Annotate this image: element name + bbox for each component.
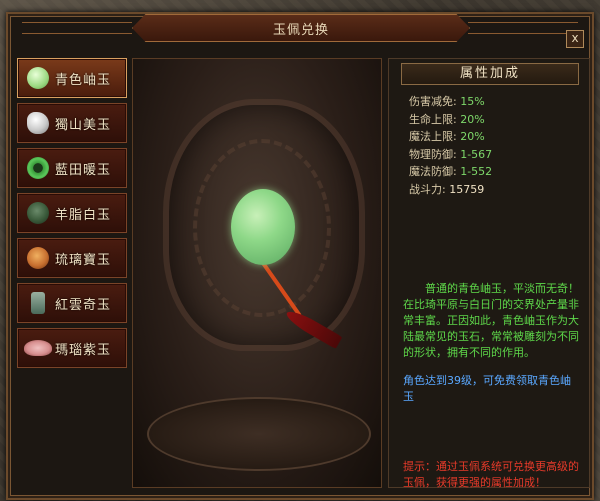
attr-row-physical-defense: 物理防御: 1-567 xyxy=(409,146,492,164)
jade-item-liuli[interactable]: 琉璃寶玉 xyxy=(17,238,127,278)
jade-item-yangzhi[interactable]: 羊脂白玉 xyxy=(17,193,127,233)
attr-value: 15% xyxy=(460,95,485,108)
close-button[interactable]: x xyxy=(566,30,584,48)
green-jade-icon xyxy=(27,67,49,89)
jade-list: 青色岫玉 獨山美玉 藍田暖玉 羊脂白玉 琉璃寶玉 紅雲奇玉 瑪瑙紫玉 xyxy=(17,58,127,373)
attr-label: 物理防御: xyxy=(409,147,457,161)
jade-item-label: 獨山美玉 xyxy=(55,117,112,133)
jade-item-dushan[interactable]: 獨山美玉 xyxy=(17,103,127,143)
jade-item-qingse[interactable]: 青色岫玉 xyxy=(17,58,127,98)
jade-item-label: 紅雲奇玉 xyxy=(55,297,112,313)
attr-value: 1-552 xyxy=(460,165,493,178)
pink-lotus-jade-icon xyxy=(24,340,52,356)
attr-label: 生命上限: xyxy=(409,112,457,126)
attribute-list: 伤害减免: 15% 生命上限: 20% 魔法上限: 20% 物理防御: 1-56… xyxy=(409,93,492,198)
attribute-panel: 属性加成 伤害减免: 15% 生命上限: 20% 魔法上限: 20% 物理防御:… xyxy=(388,58,590,489)
attr-row-damage-reduction: 伤害减免: 15% xyxy=(409,93,492,111)
title-ornament-left xyxy=(22,22,132,34)
jade-item-manao[interactable]: 瑪瑙紫玉 xyxy=(17,328,127,368)
dark-jade-disc-icon xyxy=(27,202,49,224)
jade-preview-display xyxy=(132,58,382,488)
attr-label: 伤害减免: xyxy=(409,95,457,108)
tip-text: 提示：通过玉佩系统可兑换更高级的玉佩，获得更强的属性加成！ xyxy=(403,460,579,489)
jade-item-label: 青色岫玉 xyxy=(55,72,112,88)
jade-item-label: 羊脂白玉 xyxy=(55,207,112,223)
attr-row-hp-max: 生命上限: 20% xyxy=(409,111,492,129)
attr-row-magic-defense: 魔法防御: 1-552 xyxy=(409,163,492,181)
totem-jade-icon xyxy=(31,292,45,314)
attr-row-combat-power: 战斗力: 15759 xyxy=(409,181,492,199)
attr-label: 魔法上限: xyxy=(409,130,457,143)
attr-label: 战斗力: xyxy=(409,182,446,196)
white-swirl-jade-icon xyxy=(27,112,49,134)
stone-pedestal xyxy=(147,397,371,471)
jade-description: 普通的青色岫玉，平淡而无奇！在比琦平原与白日门的交界处产量非常丰富。正因如此，青… xyxy=(403,282,579,359)
attr-value: 1-567 xyxy=(460,147,493,161)
title-bar: 玉佩兑换 xyxy=(132,14,470,42)
unlock-condition: 角色达到39级，可免费领取青色岫玉 xyxy=(403,374,571,403)
window-title: 玉佩兑换 xyxy=(272,22,329,38)
green-ring-jade-icon xyxy=(27,157,49,179)
jade-item-label: 琉璃寶玉 xyxy=(55,252,112,268)
jade-item-label: 藍田暖玉 xyxy=(55,162,112,178)
title-ornament-right xyxy=(468,22,578,34)
attribute-header: 属性加成 xyxy=(401,63,579,85)
attr-row-mp-max: 魔法上限: 20% xyxy=(409,128,492,146)
jade-pendant-image xyxy=(231,189,295,265)
amber-jade-icon xyxy=(27,247,49,269)
attr-value: 20% xyxy=(460,130,485,143)
jade-item-hongyun[interactable]: 紅雲奇玉 xyxy=(17,283,127,323)
attr-value: 20% xyxy=(460,112,485,126)
attr-value: 15759 xyxy=(449,182,485,196)
jade-exchange-window: 玉佩兑换 x 青色岫玉 獨山美玉 藍田暖玉 羊脂白玉 琉璃寶玉 紅雲奇玉 瑪瑙紫… xyxy=(6,12,594,500)
attr-label: 魔法防御: xyxy=(409,165,457,178)
jade-item-label: 瑪瑙紫玉 xyxy=(55,342,112,358)
jade-item-lantian[interactable]: 藍田暖玉 xyxy=(17,148,127,188)
